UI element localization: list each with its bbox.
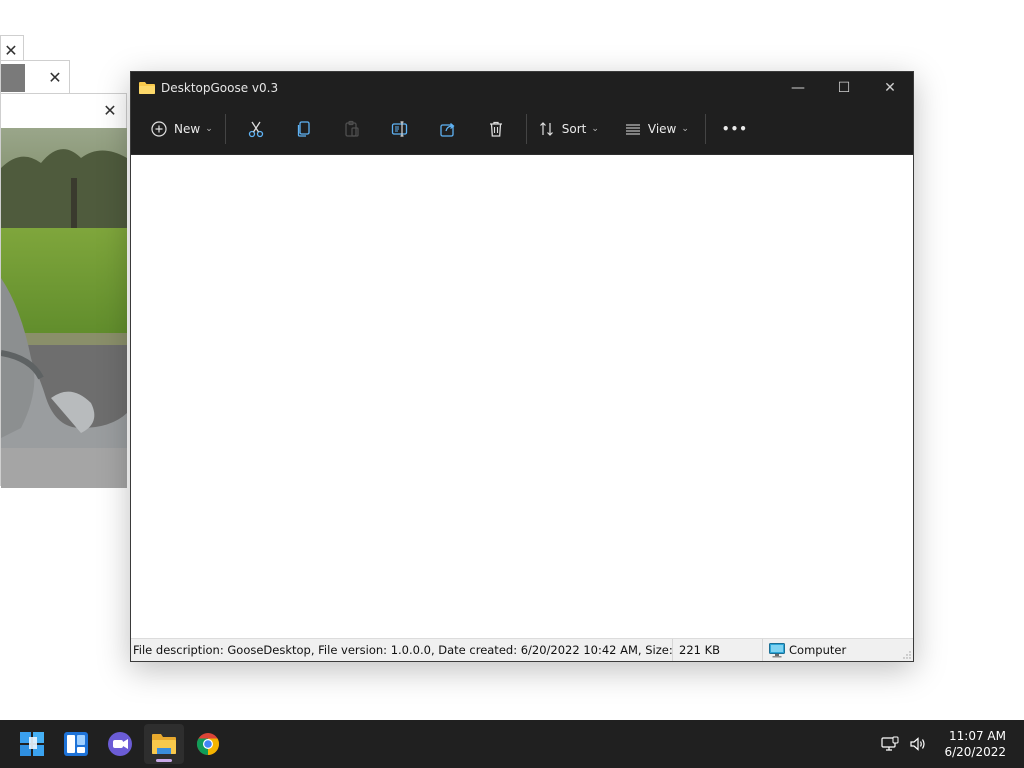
more-icon: ••• (721, 122, 748, 136)
sort-button[interactable]: Sort ⌄ (533, 111, 605, 147)
folder-icon (139, 82, 155, 94)
toolbar-separator (704, 114, 706, 144)
file-explorer-icon (152, 734, 176, 754)
new-label: New (174, 122, 201, 136)
view-list-icon (625, 124, 640, 135)
network-icon (881, 736, 899, 751)
computer-icon (769, 642, 785, 657)
active-indicator (156, 759, 172, 762)
chrome-button[interactable] (188, 724, 228, 764)
chevron-down-icon: ⌄ (205, 124, 213, 134)
share-button[interactable] (424, 111, 472, 147)
cut-icon (248, 121, 263, 138)
delete-button[interactable] (472, 111, 520, 147)
image-panel (1, 128, 127, 488)
share-icon (440, 123, 455, 137)
window-controls: — ☐ ✕ (775, 72, 913, 104)
goose-photo (1, 128, 127, 448)
copy-icon (297, 121, 310, 137)
status-bar: File description: GooseDesktop, File ver… (131, 638, 913, 661)
background-window-2: ✕ (0, 60, 70, 94)
more-options-button[interactable]: ••• (712, 111, 758, 147)
copy-button[interactable] (280, 111, 328, 147)
delete-icon (489, 121, 502, 137)
clock-date: 6/20/2022 (944, 745, 1006, 759)
status-description: File description: GooseDesktop, File ver… (131, 639, 673, 661)
clock[interactable]: 11:07 AM 6/20/2022 (944, 728, 1006, 760)
close-icon[interactable]: ✕ (43, 63, 67, 91)
taskbar: 11:07 AM 6/20/2022 (0, 720, 1024, 768)
chat-button[interactable] (100, 724, 140, 764)
file-explorer-taskbar-button[interactable] (144, 724, 184, 764)
close-button[interactable]: ✕ (867, 72, 913, 104)
paste-icon (345, 120, 359, 137)
resize-grip-icon[interactable] (903, 651, 911, 659)
volume-icon (910, 737, 926, 751)
command-bar: New ⌄ Sort ⌄ View ⌄ ••• (131, 104, 913, 155)
plus-circle-icon (151, 121, 167, 137)
window-title: DesktopGoose v0.3 (161, 81, 279, 95)
widgets-icon (64, 732, 88, 756)
sort-icon (539, 122, 553, 136)
view-button[interactable]: View ⌄ (619, 111, 695, 147)
system-tray: 11:07 AM 6/20/2022 (878, 720, 1024, 768)
background-window-3: ✕ (0, 93, 127, 488)
start-icon (20, 732, 44, 756)
paste-button[interactable] (328, 111, 376, 147)
clock-time: 11:07 AM (949, 729, 1006, 743)
window-frame (1, 64, 25, 92)
sort-label: Sort (561, 122, 587, 136)
view-label: View (647, 122, 677, 136)
toolbar-separator (525, 114, 527, 144)
status-size: 221 KB (673, 639, 763, 661)
cut-button[interactable] (232, 111, 280, 147)
title-bar[interactable]: DesktopGoose v0.3 — ☐ ✕ (131, 72, 913, 104)
minimize-button[interactable]: — (775, 72, 821, 104)
new-button[interactable]: New ⌄ (145, 111, 219, 147)
maximize-button[interactable]: ☐ (821, 72, 867, 104)
chrome-icon (197, 733, 219, 755)
file-list-area[interactable] (131, 155, 913, 639)
rename-button[interactable] (376, 111, 424, 147)
widgets-button[interactable] (56, 724, 96, 764)
chevron-down-icon: ⌄ (591, 124, 599, 134)
toolbar-separator (224, 114, 226, 144)
volume-button[interactable] (906, 732, 930, 756)
status-zone-label: Computer (789, 643, 847, 657)
network-button[interactable] (878, 732, 902, 756)
rename-icon (391, 121, 407, 137)
close-icon[interactable]: ✕ (98, 96, 122, 124)
chat-icon (108, 732, 132, 756)
chevron-down-icon: ⌄ (681, 124, 689, 134)
file-explorer-window: DesktopGoose v0.3 — ☐ ✕ New ⌄ Sort ⌄ Vie… (130, 71, 914, 662)
status-zone: Computer (763, 639, 846, 661)
start-button[interactable] (12, 724, 52, 764)
